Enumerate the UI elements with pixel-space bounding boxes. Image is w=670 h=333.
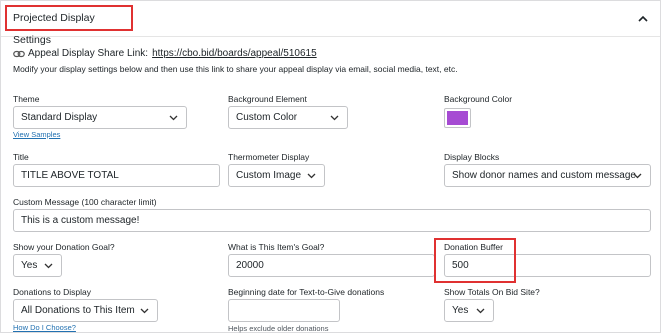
custom-message-value: This is a custom message! (21, 215, 140, 226)
begin-date-input[interactable] (228, 299, 340, 322)
background-element-select[interactable]: Custom Color (228, 106, 348, 129)
thermometer-display-label: Thermometer Display (228, 152, 310, 162)
begin-date-help: Helps exclude older donations (228, 324, 329, 333)
color-swatch (447, 111, 468, 125)
projected-display-settings-panel: Projected Display Settings Appeal Displa… (0, 0, 661, 333)
theme-select-value: Standard Display (21, 112, 98, 123)
custom-message-label: Custom Message (100 character limit) (13, 197, 157, 207)
show-totals-select[interactable]: Yes (444, 299, 494, 322)
donation-buffer-highlight (434, 238, 516, 283)
share-description: Modify your display settings below and t… (13, 64, 458, 74)
title-label: Title (13, 152, 29, 162)
view-samples-link[interactable]: View Samples (13, 130, 60, 139)
donations-to-display-value: All Donations to This Item (21, 305, 135, 316)
share-link-row: Appeal Display Share Link: https://cbo.b… (13, 48, 317, 59)
chevron-down-icon (633, 173, 642, 178)
chevron-down-icon (44, 263, 53, 268)
title-input[interactable]: TITLE ABOVE TOTAL (13, 164, 220, 187)
item-goal-label: What is This Item's Goal? (228, 242, 325, 252)
chevron-down-icon (307, 173, 316, 178)
background-color-label: Background Color (444, 94, 513, 104)
link-icon (13, 50, 25, 57)
theme-select[interactable]: Standard Display (13, 106, 187, 129)
background-element-value: Custom Color (236, 112, 298, 123)
show-goal-value: Yes (21, 260, 38, 271)
show-totals-value: Yes (452, 305, 469, 316)
show-goal-select[interactable]: Yes (13, 254, 62, 277)
begin-date-label: Beginning date for Text-to-Give donation… (228, 287, 385, 297)
background-element-label: Background Element (228, 94, 307, 104)
item-goal-input[interactable]: 20000 (228, 254, 435, 277)
chevron-down-icon (140, 308, 149, 313)
custom-message-input[interactable]: This is a custom message! (13, 209, 651, 232)
theme-label: Theme (13, 94, 40, 104)
background-color-picker[interactable] (444, 108, 471, 128)
donations-to-display-label: Donations to Display (13, 287, 91, 297)
share-link-label: Appeal Display Share Link: (28, 48, 149, 59)
panel-title: Projected Display Settings (5, 5, 133, 46)
thermometer-display-select[interactable]: Custom Image (228, 164, 325, 187)
display-blocks-value: Show donor names and custom message (452, 170, 636, 181)
chevron-down-icon (330, 115, 339, 120)
chevron-down-icon (476, 308, 485, 313)
donations-to-display-select[interactable]: All Donations to This Item (13, 299, 158, 322)
share-link-url[interactable]: https://cbo.bid/boards/appeal/510615 (152, 48, 317, 59)
show-totals-label: Show Totals On Bid Site? (444, 287, 540, 297)
show-goal-label: Show your Donation Goal? (13, 242, 115, 252)
display-blocks-label: Display Blocks (444, 152, 500, 162)
panel-header[interactable]: Projected Display Settings (1, 1, 660, 46)
chevron-down-icon (169, 115, 178, 120)
thermometer-display-value: Custom Image (236, 170, 302, 181)
how-do-i-choose-link[interactable]: How Do I Choose? (13, 323, 76, 332)
display-blocks-select[interactable]: Show donor names and custom message (444, 164, 651, 187)
item-goal-value: 20000 (236, 260, 264, 271)
title-input-value: TITLE ABOVE TOTAL (21, 170, 119, 181)
chevron-up-icon[interactable] (636, 12, 650, 26)
